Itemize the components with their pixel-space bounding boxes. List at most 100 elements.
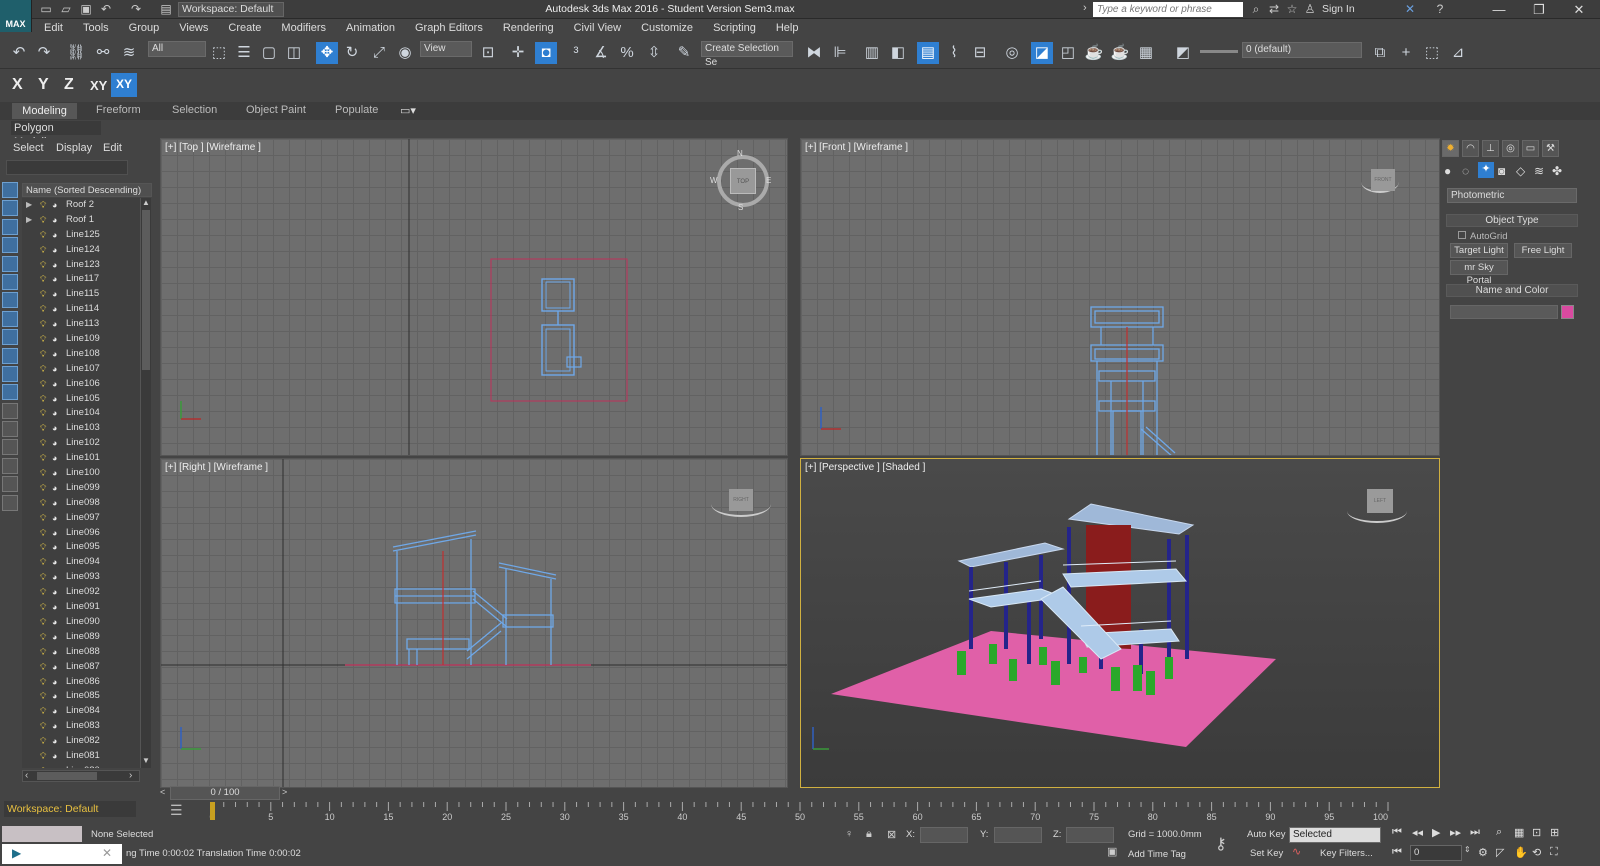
scene-list-item[interactable]: 💡︎ ◕ Line084 xyxy=(22,704,140,719)
light-bulb-icon[interactable]: 💡︎ xyxy=(40,526,46,541)
undo-icon[interactable]: ↶ xyxy=(8,42,30,64)
create-layer-icon[interactable]: ⧉ xyxy=(1369,42,1391,64)
render-toggle-icon[interactable]: ◕ xyxy=(52,481,57,496)
scene-list-item[interactable]: 💡︎ ◕ Line114 xyxy=(22,302,140,317)
hierarchy-tab-icon[interactable]: ⊥ xyxy=(1482,140,1499,157)
set-current-layer-icon[interactable]: ⊿ xyxy=(1447,42,1469,64)
scene-list-item[interactable]: 💡︎ ◕ Line113 xyxy=(22,317,140,332)
render-toggle-icon[interactable]: ◕ xyxy=(52,689,57,704)
maximize-viewport-icon[interactable]: ⛶ xyxy=(1550,846,1558,859)
select-and-rotate-icon[interactable]: ↻ xyxy=(341,42,363,64)
chevron-right-icon[interactable]: › xyxy=(1083,2,1087,14)
render-toggle-icon[interactable]: ◕ xyxy=(52,704,57,719)
menu-modifiers[interactable]: Modifiers xyxy=(271,19,336,37)
go-to-start-icon[interactable]: ⏮ xyxy=(1392,826,1402,839)
edit-named-selection-icon[interactable]: ✎ xyxy=(673,42,695,64)
light-bulb-icon[interactable]: 💡︎ xyxy=(40,258,46,273)
key-icon[interactable]: ⚷ xyxy=(1215,834,1227,854)
pivot-center-icon[interactable]: ⊡ xyxy=(477,42,499,64)
select-by-name-icon[interactable]: ☰ xyxy=(233,42,255,64)
absolute-mode-icon[interactable]: ⊠ xyxy=(887,828,896,841)
scene-list-item[interactable]: 💡︎ ◕ Line124 xyxy=(22,243,140,258)
light-bulb-icon[interactable]: 💡︎ xyxy=(40,764,46,768)
light-bulb-icon[interactable]: 💡︎ xyxy=(40,540,46,555)
scene-find-input[interactable] xyxy=(6,160,128,175)
maximize-button[interactable]: ❐ xyxy=(1524,0,1554,19)
exchange-icon[interactable]: ⇄ xyxy=(1266,2,1282,16)
filter-helpers-icon[interactable] xyxy=(2,255,18,272)
filter-bones-icon[interactable] xyxy=(2,329,18,346)
filter-cameras-icon[interactable] xyxy=(2,237,18,254)
pan-view-icon[interactable]: ✋ xyxy=(1514,846,1528,859)
scene-list-item[interactable]: 💡︎ ◕ Line080 xyxy=(22,764,140,768)
schematic-view-icon[interactable]: ⊟ xyxy=(969,42,991,64)
render-toggle-icon[interactable]: ◕ xyxy=(52,645,57,660)
light-bulb-icon[interactable]: 💡︎ xyxy=(40,466,46,481)
align-icon[interactable]: ⊫ xyxy=(829,42,851,64)
scene-list-item[interactable]: 💡︎ ◕ Line086 xyxy=(22,675,140,690)
render-toggle-icon[interactable]: ◕ xyxy=(52,764,57,768)
binoculars-icon[interactable]: ⌕ xyxy=(1248,2,1264,16)
helpers-icon[interactable]: ◇ xyxy=(1516,164,1525,178)
filter-containers-icon[interactable] xyxy=(2,347,18,364)
display-all-icon[interactable] xyxy=(2,402,18,419)
filter-spacewarps-icon[interactable] xyxy=(2,273,18,290)
display-none-icon[interactable] xyxy=(2,421,18,438)
help-icon[interactable]: ? xyxy=(1432,2,1448,16)
select-and-move-icon[interactable]: ✥ xyxy=(316,42,338,64)
scene-list-item[interactable]: ▶ 💡︎ ◕ Roof 1 xyxy=(22,213,140,228)
light-bulb-icon[interactable]: 💡︎ xyxy=(40,689,46,704)
constrain-x-button[interactable]: X xyxy=(12,76,23,94)
y-coord-input[interactable] xyxy=(994,827,1042,843)
key-mode-toggle-icon[interactable]: ⏮ xyxy=(1392,846,1402,859)
light-bulb-icon[interactable]: 💡︎ xyxy=(40,272,46,287)
light-bulb-icon[interactable]: 💡︎ xyxy=(40,377,46,392)
menu-group[interactable]: Group xyxy=(119,19,170,37)
mr-sky-portal-button[interactable]: mr Sky Portal xyxy=(1450,260,1508,286)
menu-animation[interactable]: Animation xyxy=(336,19,405,37)
viewcube[interactable]: RIGHT xyxy=(729,489,753,511)
scrollbar-thumb[interactable] xyxy=(142,210,150,370)
light-bulb-icon[interactable]: 💡︎ xyxy=(40,362,46,377)
light-bulb-icon[interactable]: 💡︎ xyxy=(40,302,46,317)
undo-icon[interactable]: ↶ xyxy=(98,2,114,16)
scene-list-item[interactable]: 💡︎ ◕ Line088 xyxy=(22,645,140,660)
light-bulb-icon[interactable]: 💡︎ xyxy=(40,243,46,258)
geometry-icon[interactable]: ● xyxy=(1444,164,1451,178)
scene-list-item[interactable]: 💡︎ ◕ Line123 xyxy=(22,258,140,273)
light-bulb-icon[interactable]: 💡︎ xyxy=(40,436,46,451)
free-light-button[interactable]: Free Light xyxy=(1514,243,1572,258)
scene-horizontal-scrollbar[interactable]: ‹ › xyxy=(22,770,140,782)
constrain-z-button[interactable]: Z xyxy=(64,76,74,94)
minimize-button[interactable]: — xyxy=(1484,0,1514,19)
scene-list-item[interactable]: 💡︎ ◕ Line085 xyxy=(22,689,140,704)
render-toggle-icon[interactable]: ◕ xyxy=(52,675,57,690)
menu-views[interactable]: Views xyxy=(169,19,218,37)
chevron-right-icon[interactable]: › xyxy=(129,770,132,781)
filter-xrefs-icon[interactable] xyxy=(2,310,18,327)
menu-create[interactable]: Create xyxy=(218,19,271,37)
scene-list-item[interactable]: 💡︎ ◕ Line109 xyxy=(22,332,140,347)
render-toggle-icon[interactable]: ◕ xyxy=(52,749,57,764)
sign-in-link[interactable]: Sign In xyxy=(1322,3,1355,15)
frame-spinner-icon[interactable]: ⇕ xyxy=(1464,845,1471,854)
viewport-right[interactable]: RIGHT [+] [Right ] [Wireframe ] xyxy=(160,458,788,788)
render-toggle-icon[interactable]: ◕ xyxy=(52,540,57,555)
light-bulb-icon[interactable]: 💡︎ xyxy=(40,347,46,362)
scene-list-item[interactable]: 💡︎ ◕ Line101 xyxy=(22,451,140,466)
link-icon[interactable]: ⛓ xyxy=(65,42,87,64)
set-key-curve-icon[interactable]: ∿ xyxy=(1292,845,1301,858)
render-toggle-icon[interactable]: ◕ xyxy=(52,511,57,526)
object-color-swatch[interactable] xyxy=(1561,305,1574,319)
scene-list-item[interactable]: 💡︎ ◕ Line090 xyxy=(22,615,140,630)
target-light-button[interactable]: Target Light xyxy=(1450,243,1508,258)
render-toggle-icon[interactable]: ◕ xyxy=(52,421,57,436)
render-toggle-icon[interactable]: ◕ xyxy=(52,347,57,362)
zoom-all-icon[interactable]: ▦ xyxy=(1514,826,1524,839)
create-tab-icon[interactable]: ✹ xyxy=(1442,140,1459,157)
scene-list-item[interactable]: 💡︎ ◕ Line099 xyxy=(22,481,140,496)
render-iterative-icon[interactable]: ☕ xyxy=(1109,42,1131,64)
scene-list-item[interactable]: 💡︎ ◕ Line117 xyxy=(22,272,140,287)
zoom-icon[interactable]: ⌕ xyxy=(1496,826,1502,839)
place-icon[interactable]: ◉ xyxy=(394,42,416,64)
